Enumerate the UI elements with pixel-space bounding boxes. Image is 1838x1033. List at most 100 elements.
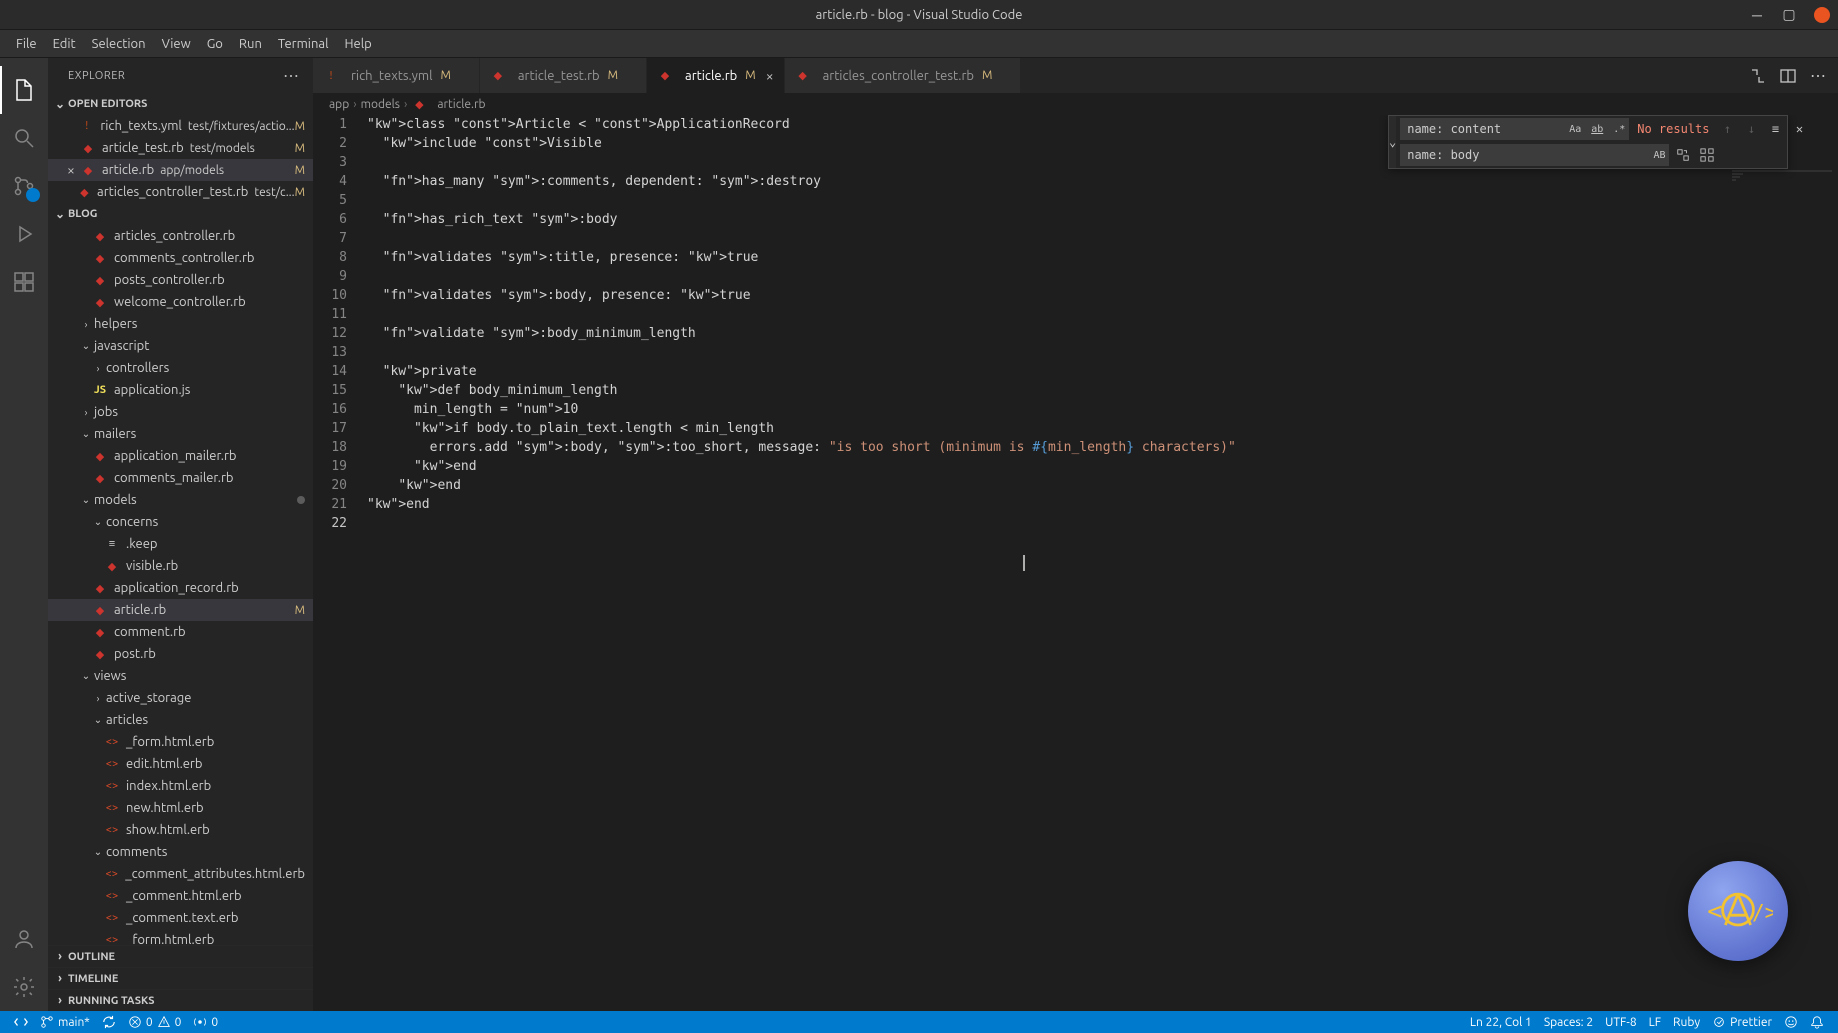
tree-file[interactable]: <>_form.html.erb (48, 731, 313, 753)
status-eol[interactable]: LF (1643, 1016, 1667, 1029)
tree-file[interactable]: ◆posts_controller.rb (48, 269, 313, 291)
close-button[interactable] (1814, 7, 1830, 23)
maximize-button[interactable]: ▢ (1782, 8, 1796, 22)
file-tree[interactable]: ◆articles_controller.rb◆comments_control… (48, 225, 313, 945)
status-formatter[interactable]: Prettier (1706, 1015, 1778, 1029)
open-editor-item[interactable]: !rich_texts.ymltest/fixtures/actio...M (48, 115, 313, 137)
menu-file[interactable]: File (8, 30, 45, 58)
tree-file[interactable]: ◆application_record.rb (48, 577, 313, 599)
tree-file[interactable]: ≡.keep (48, 533, 313, 555)
tree-file[interactable]: <>new.html.erb (48, 797, 313, 819)
tree-folder[interactable]: ⌄views (48, 665, 313, 687)
status-problems[interactable]: 0 0 (122, 1015, 188, 1029)
tree-file[interactable]: ◆article.rbM (48, 599, 313, 621)
tree-folder[interactable]: ⌄articles (48, 709, 313, 731)
status-language[interactable]: Ruby (1667, 1016, 1706, 1029)
tree-file[interactable]: JSapplication.js (48, 379, 313, 401)
activity-search[interactable] (0, 114, 48, 162)
running-tasks-header[interactable]: › RUNNING TASKS (48, 989, 313, 1011)
open-editor-item[interactable]: ◆article_test.rbtest/modelsM (48, 137, 313, 159)
editor-tab[interactable]: !rich_texts.ymlM× (313, 58, 480, 93)
find-toggle-replace[interactable]: ⌄ (1389, 116, 1396, 168)
minimize-button[interactable]: ─ (1750, 8, 1764, 22)
tree-folder[interactable]: ⌄comments (48, 841, 313, 863)
menu-terminal[interactable]: Terminal (270, 30, 337, 58)
tree-file[interactable]: ◆welcome_controller.rb (48, 291, 313, 313)
status-sync[interactable] (96, 1015, 122, 1029)
tree-file[interactable]: ◆comments_controller.rb (48, 247, 313, 269)
tree-file[interactable]: <>_form.html.erb (48, 929, 313, 945)
menu-help[interactable]: Help (336, 30, 379, 58)
find-close-icon[interactable]: ✕ (1789, 119, 1809, 139)
menu-view[interactable]: View (154, 30, 199, 58)
status-encoding[interactable]: UTF-8 (1599, 1016, 1642, 1029)
menu-edit[interactable]: Edit (45, 30, 84, 58)
tree-file[interactable]: ◆application_mailer.rb (48, 445, 313, 467)
activity-explorer[interactable] (0, 66, 48, 114)
breadcrumb-item[interactable]: models (361, 98, 400, 111)
tree-file[interactable]: ◆visible.rb (48, 555, 313, 577)
replace-input[interactable] (1400, 144, 1669, 166)
tree-file[interactable]: ◆post.rb (48, 643, 313, 665)
menu-go[interactable]: Go (199, 30, 231, 58)
open-editors-header[interactable]: ⌄ OPEN EDITORS (48, 93, 313, 115)
floating-logo[interactable]: < /> (1688, 861, 1788, 961)
activity-accounts[interactable] (0, 915, 48, 963)
status-ports[interactable]: 0 (187, 1015, 224, 1029)
status-indent[interactable]: Spaces: 2 (1538, 1016, 1599, 1029)
tree-folder[interactable]: ⌄javascript (48, 335, 313, 357)
status-cursor-pos[interactable]: Ln 22, Col 1 (1464, 1016, 1538, 1029)
open-editor-item[interactable]: ◆articles_controller_test.rbtest/c...M (48, 181, 313, 203)
tree-folder[interactable]: ⌄mailers (48, 423, 313, 445)
editor-tab[interactable]: ◆articles_controller_test.rbM× (785, 58, 1022, 93)
status-feedback[interactable] (1778, 1015, 1804, 1029)
status-bell[interactable] (1804, 1015, 1830, 1029)
regex-icon[interactable]: .* (1609, 119, 1629, 139)
compare-changes-icon[interactable] (1750, 68, 1766, 84)
status-remote[interactable] (8, 1015, 34, 1029)
tree-file[interactable]: ◆comment.rb (48, 621, 313, 643)
activity-extensions[interactable] (0, 258, 48, 306)
find-prev-icon[interactable]: ↑ (1717, 119, 1737, 139)
code-editor[interactable]: 12345678910111213141516171819202122 "kw"… (313, 115, 1838, 1011)
tree-folder[interactable]: ⌄models (48, 489, 313, 511)
tree-folder[interactable]: ›jobs (48, 401, 313, 423)
tree-file[interactable]: <>_comment.html.erb (48, 885, 313, 907)
match-word-icon[interactable]: ab (1587, 119, 1607, 139)
status-branch[interactable]: main* (34, 1015, 96, 1029)
tree-file[interactable]: <>edit.html.erb (48, 753, 313, 775)
editor-tab[interactable]: ◆article.rbM× (647, 58, 785, 93)
tree-file[interactable]: <>show.html.erb (48, 819, 313, 841)
sidebar-more-icon[interactable]: ⋯ (283, 66, 301, 85)
tree-folder[interactable]: ›controllers (48, 357, 313, 379)
find-in-selection-icon[interactable]: ≡ (1765, 119, 1785, 139)
tree-file[interactable]: <>_comment.text.erb (48, 907, 313, 929)
timeline-header[interactable]: › TIMELINE (48, 967, 313, 989)
find-next-icon[interactable]: ↓ (1741, 119, 1761, 139)
activity-debug[interactable] (0, 210, 48, 258)
replace-one-icon[interactable] (1673, 145, 1693, 165)
activity-settings[interactable] (0, 963, 48, 1011)
code-content[interactable]: "kw">class "const">Article < "const">App… (363, 115, 1838, 1011)
breadcrumb-item[interactable]: article.rb (437, 98, 485, 111)
outline-header[interactable]: › OUTLINE (48, 945, 313, 967)
tree-folder[interactable]: ›active_storage (48, 687, 313, 709)
menu-selection[interactable]: Selection (84, 30, 154, 58)
close-icon[interactable]: × (64, 162, 78, 178)
breadcrumbs[interactable]: app › models › ◆ article.rb (313, 93, 1838, 115)
more-actions-icon[interactable]: ⋯ (1810, 66, 1828, 85)
tree-file[interactable]: <>index.html.erb (48, 775, 313, 797)
breadcrumb-item[interactable]: app (329, 98, 349, 111)
tree-file[interactable]: ◆comments_mailer.rb (48, 467, 313, 489)
tree-file[interactable]: ◆articles_controller.rb (48, 225, 313, 247)
match-case-icon[interactable]: Aa (1565, 119, 1585, 139)
replace-all-icon[interactable] (1697, 145, 1717, 165)
preserve-case-icon[interactable]: AB (1649, 145, 1669, 165)
menu-run[interactable]: Run (231, 30, 270, 58)
tree-file[interactable]: <>_comment_attributes.html.erb (48, 863, 313, 885)
open-editor-item[interactable]: ×◆article.rbapp/modelsM (48, 159, 313, 181)
project-header[interactable]: ⌄ BLOG (48, 203, 313, 225)
close-icon[interactable]: × (766, 68, 774, 84)
activity-scm[interactable] (0, 162, 48, 210)
editor-tab[interactable]: ◆article_test.rbM× (480, 58, 647, 93)
